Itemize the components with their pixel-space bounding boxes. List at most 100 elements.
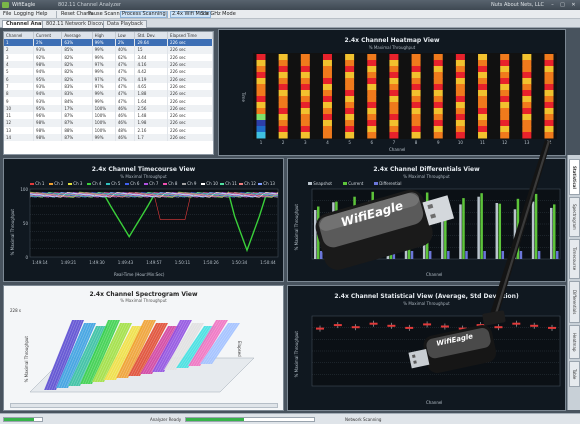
minimize-button[interactable]: – [548, 2, 557, 8]
sidetab-table[interactable]: Table [569, 361, 580, 387]
heatmap-cell [300, 126, 310, 133]
timecourse-time-tick: 1:49:43 [118, 260, 134, 265]
heatmap-cell [478, 90, 488, 97]
close-button[interactable]: ✕ [569, 2, 578, 8]
tab-data-playback[interactable]: Data Playback [103, 20, 147, 28]
heatmap-cell [389, 54, 399, 61]
column-header[interactable]: Low [115, 32, 136, 39]
sidetab-differentials[interactable]: Differentials [569, 281, 580, 323]
heatmap-cell [389, 132, 399, 139]
heatmap-cell [389, 60, 399, 67]
heatmap-column [256, 54, 266, 139]
table-cell: 98% [33, 126, 63, 134]
table-cell: 95% [33, 75, 63, 83]
status-network: Network Scanning [345, 417, 382, 422]
maximize-button[interactable]: □ [558, 2, 567, 8]
heatmap-cell [522, 60, 532, 67]
table-cell: 3 [4, 53, 35, 61]
heatmap-cell [367, 120, 377, 127]
heatmap-cell [500, 120, 510, 127]
heatmap-cell [544, 90, 554, 97]
table-cell: 47% [115, 75, 136, 83]
heatmap-cell [544, 72, 554, 79]
wifi-5-mode-button[interactable]: 5.x GHz Mode [201, 10, 236, 19]
process-scanning-button[interactable]: Process Scanning [120, 11, 168, 18]
heatmap-cell [322, 72, 332, 79]
heatmap-cell [411, 60, 421, 67]
sidetab-heatmap[interactable]: Heatmap [569, 325, 580, 359]
timecourse-xlabel: Real-Time (Hour:Min:Sec) [114, 272, 165, 277]
table-row[interactable]: 6 95% 82% 97% 47% 4.19 226 sec [4, 75, 213, 83]
heatmap-cell [478, 126, 488, 133]
table-row[interactable]: 14 98% 87% 99% 46% 1.7 226 sec [4, 133, 213, 142]
heatmap-cell [455, 78, 465, 85]
differential-bar [501, 251, 505, 259]
heatmap-cell [278, 72, 288, 79]
statistical-average-mark [512, 322, 521, 325]
heatmap-cell [278, 90, 288, 97]
snapshot-bar [495, 203, 499, 259]
heatmap-cell [322, 66, 332, 73]
column-header[interactable]: Channel [4, 32, 35, 39]
heatmap-cell [345, 114, 355, 121]
table-cell: 226 sec [167, 133, 213, 142]
statistical-average-mark [530, 324, 539, 327]
column-header[interactable]: Std. Dev. [134, 32, 169, 39]
table-row[interactable]: 1 2% 63% 99% 2% 29.64 226 sec [4, 39, 213, 47]
heatmap-cell [367, 72, 377, 79]
table-row[interactable]: 11 96% 87% 100% 46% 1.48 226 sec [4, 111, 213, 120]
heatmap-cell [278, 114, 288, 121]
differentials-chart [311, 188, 561, 260]
heatmap-cell [278, 126, 288, 133]
menu-file[interactable]: File [3, 10, 11, 19]
heatmap-cell [544, 126, 554, 133]
sidetab-statistical[interactable]: Statistical [569, 159, 580, 195]
table-row[interactable]: 13 98% 88% 100% 48% 2.16 226 sec [4, 126, 213, 134]
table-cell: 83% [61, 82, 93, 91]
table-cell: 82% [61, 60, 93, 69]
column-header[interactable]: Current [33, 32, 63, 39]
spectrogram-scrollbar[interactable] [10, 403, 278, 408]
table-row[interactable]: 8 94% 83% 99% 47% 1.88 226 sec [4, 90, 213, 98]
table-row[interactable]: 4 98% 82% 97% 47% 4.16 226 sec [4, 60, 213, 69]
table-cell: 4.42 [134, 68, 169, 76]
table-cell: 47% [115, 82, 136, 91]
column-header[interactable]: High [92, 32, 116, 39]
heatmap-cell [433, 60, 443, 67]
table-cell: 93% [33, 82, 63, 91]
table-cell: 226 sec [167, 126, 213, 134]
spectrogram-chart [29, 319, 255, 393]
table-row[interactable]: 10 95% 17% 100% 46% 2.56 226 sec [4, 104, 213, 112]
sidetab-spectrogram[interactable]: Spectrogram [569, 197, 580, 237]
heatmap-cell [433, 54, 443, 61]
heatmap-panel: 2.4x Channel Heatmap View % Maximal Thro… [218, 29, 566, 156]
table-cell: 47% [115, 68, 136, 76]
heatmap-cell [411, 72, 421, 79]
table-row[interactable]: 9 93% 84% 99% 47% 1.64 226 sec [4, 97, 213, 105]
column-header[interactable]: Average [61, 32, 93, 39]
heatmap-cell [389, 108, 399, 115]
menu-help[interactable]: Help [36, 10, 47, 19]
heatmap-column [500, 54, 510, 139]
differentials-xlabel: Channel [426, 272, 443, 277]
heatmap-cell [256, 126, 266, 133]
snapshot-bar [477, 196, 480, 259]
menu-separator [56, 11, 57, 18]
snapshot-bar [531, 201, 535, 259]
table-cell: 85% [61, 46, 93, 54]
table-row[interactable]: 2 93% 85% 99% 40% 15 226 sec [4, 46, 213, 54]
heatmap-cell [500, 102, 510, 109]
table-cell: 226 sec [167, 53, 213, 61]
table-row[interactable]: 3 92% 82% 99% 62% 3.44 226 sec [4, 53, 213, 61]
table-cell: 4.19 [134, 75, 169, 83]
sidetab-timecourse[interactable]: Timecourse [569, 239, 580, 279]
heatmap-cell [345, 72, 355, 79]
table-row[interactable]: 12 98% 87% 100% 46% 1.98 226 sec [4, 119, 213, 127]
table-row[interactable]: 7 93% 83% 97% 47% 4.65 226 sec [4, 82, 213, 91]
heatmap-cell [278, 78, 288, 85]
table-cell: 226 sec [167, 39, 213, 47]
table-row[interactable]: 5 94% 82% 99% 47% 4.42 226 sec [4, 68, 213, 76]
column-header[interactable]: Elapsed Time [167, 32, 213, 39]
timecourse-y-tick: 0 [25, 255, 28, 260]
menu-logging[interactable]: Logging [14, 10, 34, 19]
